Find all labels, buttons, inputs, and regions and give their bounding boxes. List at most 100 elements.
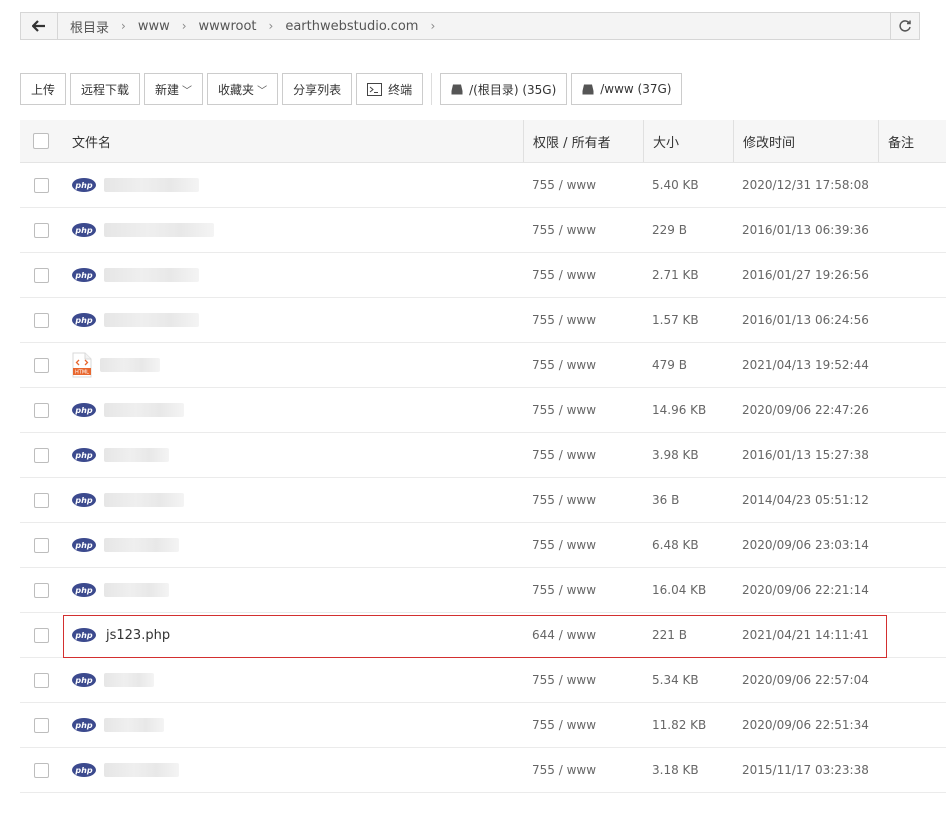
col-time[interactable]: 修改时间 — [733, 120, 878, 162]
table-row[interactable]: php js123.php 644 / www 221 B 2021/04/21 14:… — [20, 613, 946, 658]
table-row[interactable]: HTML 755 / www 479 B 2021/04/13 19:52:44 — [20, 343, 946, 388]
col-perm[interactable]: 权限 / 所有者 — [523, 120, 643, 162]
table-row[interactable]: php 755 / www 5.34 KB 2020/09/06 22:57:04 — [20, 658, 946, 703]
permission-cell[interactable]: 755 / www — [523, 268, 643, 282]
file-name-cell[interactable]: php — [62, 313, 523, 327]
breadcrumb-item[interactable]: 根目录 — [66, 17, 113, 36]
permission-cell[interactable]: 755 / www — [523, 223, 643, 237]
col-name[interactable]: 文件名 — [62, 120, 523, 162]
permission-cell[interactable]: 755 / www — [523, 493, 643, 507]
php-file-icon: php — [72, 268, 96, 282]
permission-cell[interactable]: 644 / www — [523, 628, 643, 642]
table-row[interactable]: php 755 / www 5.40 KB 2020/12/31 17:58:08 — [20, 163, 946, 208]
remote-download-button[interactable]: 远程下载 — [70, 73, 141, 105]
size-cell: 3.18 KB — [652, 763, 699, 777]
file-name-cell[interactable]: php js123.php — [62, 628, 523, 643]
redacted-file-name — [104, 538, 179, 552]
breadcrumb: 根目录 › www › wwwroot › earthwebstudio.com › — [58, 17, 890, 36]
path-bar: 根目录 › www › wwwroot › earthwebstudio.com › — [20, 12, 920, 40]
row-checkbox[interactable] — [33, 267, 49, 283]
row-checkbox[interactable] — [33, 447, 49, 463]
upload-button[interactable]: 上传 — [20, 73, 67, 105]
php-file-icon: php — [72, 493, 96, 507]
file-name-cell[interactable]: php — [62, 178, 523, 192]
html-file-icon: HTML — [72, 352, 92, 378]
row-checkbox-cell — [20, 762, 62, 778]
file-name-cell[interactable]: HTML — [62, 352, 523, 378]
permission-cell[interactable]: 755 / www — [523, 583, 643, 597]
row-checkbox[interactable] — [33, 627, 49, 643]
table-row[interactable]: php 755 / www 6.48 KB 2020/09/06 23:03:14 — [20, 523, 946, 568]
table-row[interactable]: php 755 / www 3.18 KB 2015/11/17 03:23:38 — [20, 748, 946, 793]
table-row[interactable]: php 755 / www 229 B 2016/01/13 06:39:36 — [20, 208, 946, 253]
row-checkbox[interactable] — [33, 357, 49, 373]
breadcrumb-separator: › — [121, 19, 126, 33]
permission-cell[interactable]: 755 / www — [523, 538, 643, 552]
redacted-file-name — [104, 673, 154, 687]
file-table: 文件名 权限 / 所有者 大小 修改时间 备注 php 755 / www 5.40… — [20, 120, 946, 793]
permission-cell[interactable]: 755 / www — [523, 178, 643, 192]
table-row[interactable]: php 755 / www 1.57 KB 2016/01/13 06:24:56 — [20, 298, 946, 343]
table-row[interactable]: php 755 / www 2.71 KB 2016/01/27 19:26:56 — [20, 253, 946, 298]
disk-root-button[interactable]: /(根目录) (35G) — [440, 73, 568, 105]
breadcrumb-item[interactable]: www — [134, 19, 174, 34]
row-checkbox[interactable] — [33, 537, 49, 553]
file-name-cell[interactable]: php — [62, 583, 523, 597]
table-row[interactable]: php 755 / www 11.82 KB 2020/09/06 22:51:34 — [20, 703, 946, 748]
row-checkbox[interactable] — [33, 582, 49, 598]
row-checkbox-cell — [20, 267, 62, 283]
size-cell: 3.98 KB — [652, 448, 699, 462]
size-cell: 11.82 KB — [652, 718, 707, 732]
row-checkbox[interactable] — [33, 672, 49, 688]
permission-cell[interactable]: 755 / www — [523, 403, 643, 417]
row-checkbox[interactable] — [33, 402, 49, 418]
table-header: 文件名 权限 / 所有者 大小 修改时间 备注 — [20, 120, 946, 163]
permission-cell[interactable]: 755 / www — [523, 313, 643, 327]
size-cell: 2.71 KB — [652, 268, 699, 282]
file-name-cell[interactable]: php — [62, 223, 523, 237]
table-row[interactable]: php 755 / www 36 B 2014/04/23 05:51:12 — [20, 478, 946, 523]
row-checkbox[interactable] — [33, 177, 49, 193]
refresh-button[interactable] — [890, 13, 919, 39]
permission-cell[interactable]: 755 / www — [523, 448, 643, 462]
file-name-cell[interactable]: php — [62, 403, 523, 417]
table-row[interactable]: php 755 / www 14.96 KB 2020/09/06 22:47:26 — [20, 388, 946, 433]
modified-time-cell: 2015/11/17 03:23:38 — [742, 763, 869, 777]
breadcrumb-item[interactable]: earthwebstudio.com — [281, 19, 422, 34]
file-name-cell[interactable]: php — [62, 673, 523, 687]
permission-cell[interactable]: 755 / www — [523, 673, 643, 687]
row-checkbox[interactable] — [33, 312, 49, 328]
disk-www-button[interactable]: /www (37G) — [571, 73, 683, 105]
table-row[interactable]: php 755 / www 3.98 KB 2016/01/13 15:27:38 — [20, 433, 946, 478]
breadcrumb-item[interactable]: wwwroot — [195, 19, 261, 34]
arrow-left-icon — [32, 20, 45, 32]
col-size[interactable]: 大小 — [643, 120, 733, 162]
file-name-cell[interactable]: php — [62, 493, 523, 507]
file-name-cell[interactable]: php — [62, 538, 523, 552]
refresh-icon — [899, 20, 911, 32]
file-name-cell[interactable]: php — [62, 718, 523, 732]
permission-cell[interactable]: 755 / www — [523, 718, 643, 732]
select-all-checkbox[interactable] — [33, 133, 49, 149]
size-cell: 229 B — [652, 223, 687, 237]
file-name[interactable]: js123.php — [106, 628, 170, 643]
disk-icon — [582, 84, 594, 95]
permission-cell[interactable]: 755 / www — [523, 358, 643, 372]
file-name-cell[interactable]: php — [62, 448, 523, 462]
file-name-cell[interactable]: php — [62, 763, 523, 777]
new-button[interactable]: 新建 ﹀ — [144, 73, 204, 105]
terminal-button[interactable]: 终端 — [356, 73, 424, 105]
row-checkbox[interactable] — [33, 717, 49, 733]
row-checkbox[interactable] — [33, 492, 49, 508]
favorites-button[interactable]: 收藏夹 ﹀ — [207, 73, 279, 105]
table-row[interactable]: php 755 / www 16.04 KB 2020/09/06 22:21:14 — [20, 568, 946, 613]
row-checkbox[interactable] — [33, 222, 49, 238]
permission-cell[interactable]: 755 / www — [523, 763, 643, 777]
row-checkbox-cell — [20, 582, 62, 598]
redacted-file-name — [100, 358, 160, 372]
file-name-cell[interactable]: php — [62, 268, 523, 282]
php-file-icon: php — [72, 538, 96, 552]
back-button[interactable] — [21, 13, 58, 39]
share-list-button[interactable]: 分享列表 — [282, 73, 353, 105]
row-checkbox[interactable] — [33, 762, 49, 778]
